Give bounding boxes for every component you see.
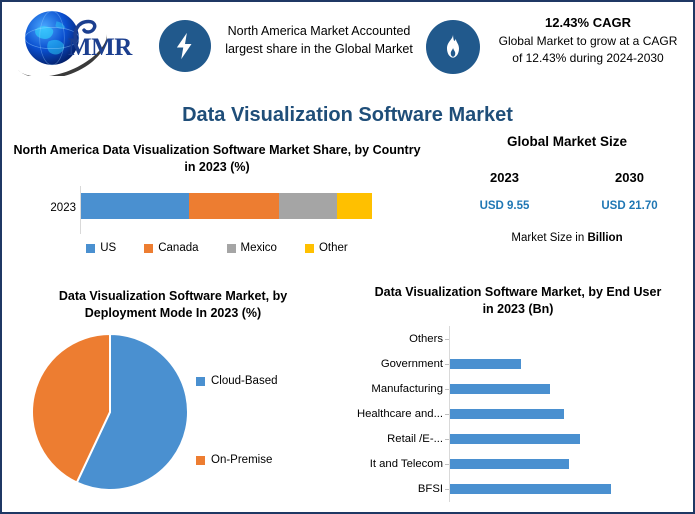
end-user-category-label: Government — [380, 357, 443, 370]
page-title: Data Visualization Software Market — [182, 104, 513, 126]
legend-swatch-on-premise — [196, 455, 205, 465]
chart-title-north-america: North America Data Visualization Softwar… — [13, 143, 421, 174]
global-market-size-title: Global Market Size — [506, 134, 628, 149]
pie-chart — [31, 332, 189, 491]
end-user-axis-tick — [445, 413, 449, 415]
end-user-axis-tick — [445, 363, 449, 365]
end-user-chart: Data Visualization Software Market, by E… — [342, 284, 693, 510]
legend-swatch-canada — [144, 243, 154, 253]
logo-text: MMR — [68, 34, 132, 61]
legend-item-mexico: Mexico — [226, 242, 277, 254]
end-user-bar — [450, 408, 565, 419]
legend-label-mexico: Mexico — [240, 242, 277, 254]
end-user-axis-tick — [445, 439, 449, 441]
end-user-bar — [450, 484, 611, 495]
flame-glyph — [447, 34, 459, 58]
cagr-description: Global Market to grow at a CAGR of 12.43… — [498, 33, 678, 66]
header-item-2-text: 12.43% CAGR Global Market to grow at a C… — [492, 14, 684, 68]
end-user-category-label: Others — [409, 332, 443, 345]
value-2030: USD 21.70 — [601, 200, 658, 212]
stacked-bar-legend: US Canada Mexico Other — [8, 242, 426, 254]
stacked-bar-segment-mexico — [278, 193, 338, 219]
infographic-root: MMR North America Market Accounted large… — [0, 0, 695, 514]
legend-swatch-cloud-based — [196, 376, 205, 386]
end-user-bar — [450, 358, 521, 369]
stacked-bar-segment-canada — [188, 193, 279, 219]
north-america-share-chart: North America Data Visualization Softwar… — [8, 142, 426, 267]
legend-label-us: US — [100, 242, 117, 254]
chart-title-end-user: Data Visualization Software Market, by E… — [374, 285, 662, 316]
value-2023: USD 9.55 — [479, 200, 530, 212]
cagr-headline: 12.43% CAGR — [545, 15, 631, 30]
end-user-category-label: Manufacturing — [371, 382, 443, 395]
legend-item-us: US — [86, 242, 116, 254]
global-market-size-footer: Market Size in Billion — [442, 232, 692, 244]
end-user-row: It and Telecom — [342, 452, 693, 477]
legend-swatch-other — [304, 243, 314, 253]
end-user-category-label: Healthcare and... — [356, 407, 443, 420]
end-user-axis-tick — [445, 464, 449, 466]
end-user-row: Government — [342, 351, 693, 376]
legend-label-canada: Canada — [158, 242, 199, 254]
year-2023-label: 2023 — [490, 170, 519, 185]
stacked-bar — [81, 193, 372, 219]
stacked-bar-segment-other — [337, 193, 372, 219]
global-market-size-values: USD 9.55 USD 21.70 — [442, 200, 692, 212]
legend-label-cloud-based: Cloud-Based — [211, 375, 278, 387]
legend-item-canada: Canada — [144, 242, 199, 254]
legend-swatch-us — [86, 243, 96, 253]
year-2030-label: 2030 — [615, 170, 644, 185]
footer-unit: Billion — [587, 232, 623, 244]
end-user-axis-tick — [445, 338, 449, 340]
end-user-row: BFSI — [342, 477, 693, 502]
footer-prefix: Market Size in — [511, 232, 588, 244]
pie-legend-item-cloud-based: Cloud-Based — [196, 375, 277, 387]
mmr-logo: MMR — [16, 6, 141, 80]
global-market-size-years: 2023 2030 — [442, 170, 692, 185]
stacked-bar-plot: 2023 — [8, 186, 426, 234]
end-user-plot: Others Government Manufacturing Healthcare … — [342, 326, 693, 502]
legend-swatch-mexico — [226, 243, 236, 253]
stacked-bar-category-label: 2023 — [50, 202, 76, 214]
header-item-1-text: North America Market Accounted largest s… — [225, 24, 413, 56]
lightning-bolt-icon — [159, 20, 211, 72]
end-user-row: Others — [342, 326, 693, 351]
legend-item-other: Other — [304, 242, 348, 254]
pie-legend-item-on-premise: On-Premise — [196, 454, 272, 466]
end-user-category-label: BFSI — [417, 483, 443, 496]
end-user-row: Healthcare and... — [342, 401, 693, 426]
deployment-mode-chart: Data Visualization Software Market, by D… — [8, 288, 338, 510]
chart-title-deployment-mode: Data Visualization Software Market, by D… — [58, 289, 288, 320]
header-band: MMR North America Market Accounted large… — [2, 2, 693, 90]
end-user-bar — [450, 459, 570, 470]
legend-label-on-premise: On-Premise — [211, 454, 273, 466]
end-user-row: Retail /E-... — [342, 427, 693, 452]
lightning-bolt-glyph — [176, 32, 192, 60]
legend-label-other: Other — [318, 242, 348, 254]
stacked-bar-segment-us — [81, 193, 189, 219]
end-user-bar — [450, 434, 581, 445]
end-user-category-label: Retail /E-... — [387, 433, 443, 446]
end-user-axis-tick — [445, 388, 449, 390]
end-user-category-label: It and Telecom — [369, 458, 443, 471]
global-market-size-panel: Global Market Size 2023 2030 USD 9.55 US… — [442, 134, 692, 259]
end-user-axis-tick — [445, 489, 449, 491]
end-user-row: Manufacturing — [342, 376, 693, 401]
end-user-bar — [450, 383, 550, 394]
flame-icon — [426, 20, 480, 74]
